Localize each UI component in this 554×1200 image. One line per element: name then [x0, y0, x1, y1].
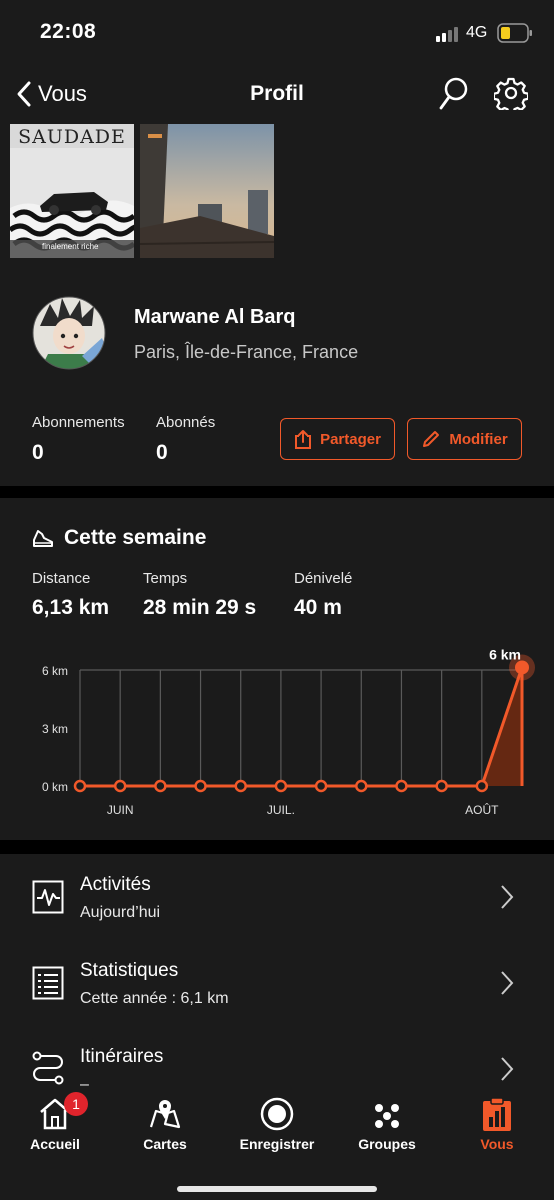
following-count: 0	[32, 441, 44, 464]
activity-chart-icon	[32, 880, 64, 914]
menu-item-title: Itinéraires	[80, 1046, 164, 1067]
menu-item-statistics[interactable]: Statistiques Cette année : 6,1 km	[0, 940, 554, 1026]
followers-count: 0	[156, 441, 168, 464]
gallery-photo-1[interactable]: SAUDADE finalement riche	[10, 124, 134, 258]
chart-x-tick-label: JUIN	[107, 803, 134, 817]
chart-series-line	[80, 667, 524, 788]
network-type: 4G	[466, 24, 488, 41]
profile-name: Marwane Al Barq	[134, 306, 296, 328]
chart-point	[274, 779, 288, 793]
route-icon	[32, 1051, 64, 1085]
chart-point	[355, 779, 368, 793]
menu-item-subtitle: Aujourd’hui	[80, 904, 161, 921]
chart-point	[194, 779, 207, 793]
tab-maps[interactable]: Cartes	[110, 1094, 220, 1152]
menu-item-subtitle: Cette année : 6,1 km	[80, 990, 229, 1007]
profile-location: Paris, Île-de-France, France	[134, 342, 359, 362]
statistics-list-icon	[32, 966, 64, 1000]
map-pin-icon	[149, 1100, 181, 1129]
chart-point	[475, 779, 489, 793]
search-icon[interactable]	[438, 76, 470, 112]
photo-2-artwork	[140, 124, 274, 258]
share-icon	[295, 430, 312, 449]
time-label: Temps	[143, 570, 188, 587]
chevron-right-icon	[501, 1057, 514, 1081]
tab-label: Groupes	[358, 1136, 416, 1152]
chart-point	[234, 779, 247, 793]
photo-gallery: SAUDADE finalement riche	[0, 124, 554, 270]
notification-badge: 1	[64, 1092, 88, 1116]
distance-label: Distance	[32, 570, 91, 587]
weekly-summary-card[interactable]: Cette semaine Distance 6,13 km Temps 28 …	[0, 498, 554, 840]
signal-icon	[436, 27, 458, 42]
chart-highlight-label: 6 km	[489, 646, 521, 662]
following-stat[interactable]: Abonnements 0	[32, 414, 125, 465]
week-title: Cette semaine	[64, 526, 207, 549]
groups-dots-icon	[375, 1104, 399, 1128]
settings-gear-icon[interactable]	[494, 76, 528, 110]
pencil-icon	[423, 431, 440, 447]
followers-stat[interactable]: Abonnés 0	[156, 414, 215, 465]
tab-label: Cartes	[143, 1136, 187, 1152]
chevron-right-icon	[501, 971, 514, 995]
chart-point	[395, 779, 408, 793]
photo-1-title: SAUDADE	[18, 126, 126, 148]
chart-x-tick-label: AOÛT	[465, 802, 499, 817]
elevation-label: Dénivelé	[294, 570, 353, 587]
following-label: Abonnements	[32, 414, 125, 431]
photo-1-caption: finalement riche	[42, 242, 99, 251]
tab-record[interactable]: Enregistrer	[222, 1094, 332, 1152]
share-button[interactable]: Partager	[280, 418, 395, 460]
tab-label: Accueil	[30, 1136, 80, 1152]
page-title: Profil	[250, 82, 304, 105]
tab-label: Vous	[480, 1136, 514, 1152]
status-bar: 22:08 4G	[0, 0, 554, 62]
home-indicator	[177, 1186, 377, 1192]
battery-icon	[497, 23, 532, 43]
tab-groups[interactable]: Groupes	[332, 1094, 442, 1152]
profile-card: Marwane Al Barq Paris, Île-de-France, Fr…	[0, 270, 554, 486]
tab-home[interactable]: 1 Accueil	[0, 1092, 110, 1152]
tab-you[interactable]: Vous	[442, 1094, 552, 1152]
time-value: 28 min 29 s	[143, 596, 257, 619]
chart-y-tick-label: 6 km	[42, 664, 68, 678]
gallery-photo-2[interactable]	[140, 124, 274, 258]
navigation-bar: Vous Profil	[0, 62, 554, 124]
chart-x-tick-label: JUIL.	[267, 803, 295, 817]
menu-item-title: Activités	[80, 874, 151, 895]
avatar[interactable]	[32, 290, 106, 376]
chart-point	[113, 779, 127, 793]
you-stats-icon	[483, 1097, 511, 1131]
chevron-right-icon	[501, 885, 514, 909]
status-time: 22:08	[40, 20, 97, 43]
app-screen: 22:08 4G Vous Profil SAUDADE finalement …	[0, 0, 554, 1200]
record-icon	[260, 1097, 294, 1131]
avatar-image	[32, 296, 106, 370]
tab-label: Enregistrer	[239, 1136, 315, 1152]
chart-point	[73, 779, 87, 793]
chart-point-highlight	[515, 660, 529, 675]
chart-y-tick-label: 3 km	[42, 722, 68, 736]
chart-y-tick-label: 0 km	[42, 780, 68, 794]
shoe-icon	[33, 530, 53, 547]
distance-value: 6,13 km	[32, 596, 110, 619]
chart-point	[314, 779, 328, 793]
chart-point	[435, 779, 448, 793]
weekly-distance-chart: 6 km 3 km 0 km JUIN JUIL. AOÛT 6 km	[42, 646, 535, 817]
elevation-value: 40 m	[294, 596, 342, 619]
chart-point	[154, 779, 167, 793]
tab-bar: 1 Accueil Cartes Enregistrer Groupes Vou…	[0, 1088, 554, 1200]
menu-item-activities[interactable]: Activités Aujourd’hui	[0, 854, 554, 940]
menu-item-title: Statistiques	[80, 960, 179, 981]
edit-label: Modifier	[449, 430, 508, 448]
edit-profile-button[interactable]: Modifier	[407, 418, 522, 460]
profile-menu-list: Activités Aujourd’hui Statistiques Cette…	[0, 854, 554, 1093]
share-label: Partager	[320, 430, 381, 448]
followers-label: Abonnés	[156, 414, 216, 431]
